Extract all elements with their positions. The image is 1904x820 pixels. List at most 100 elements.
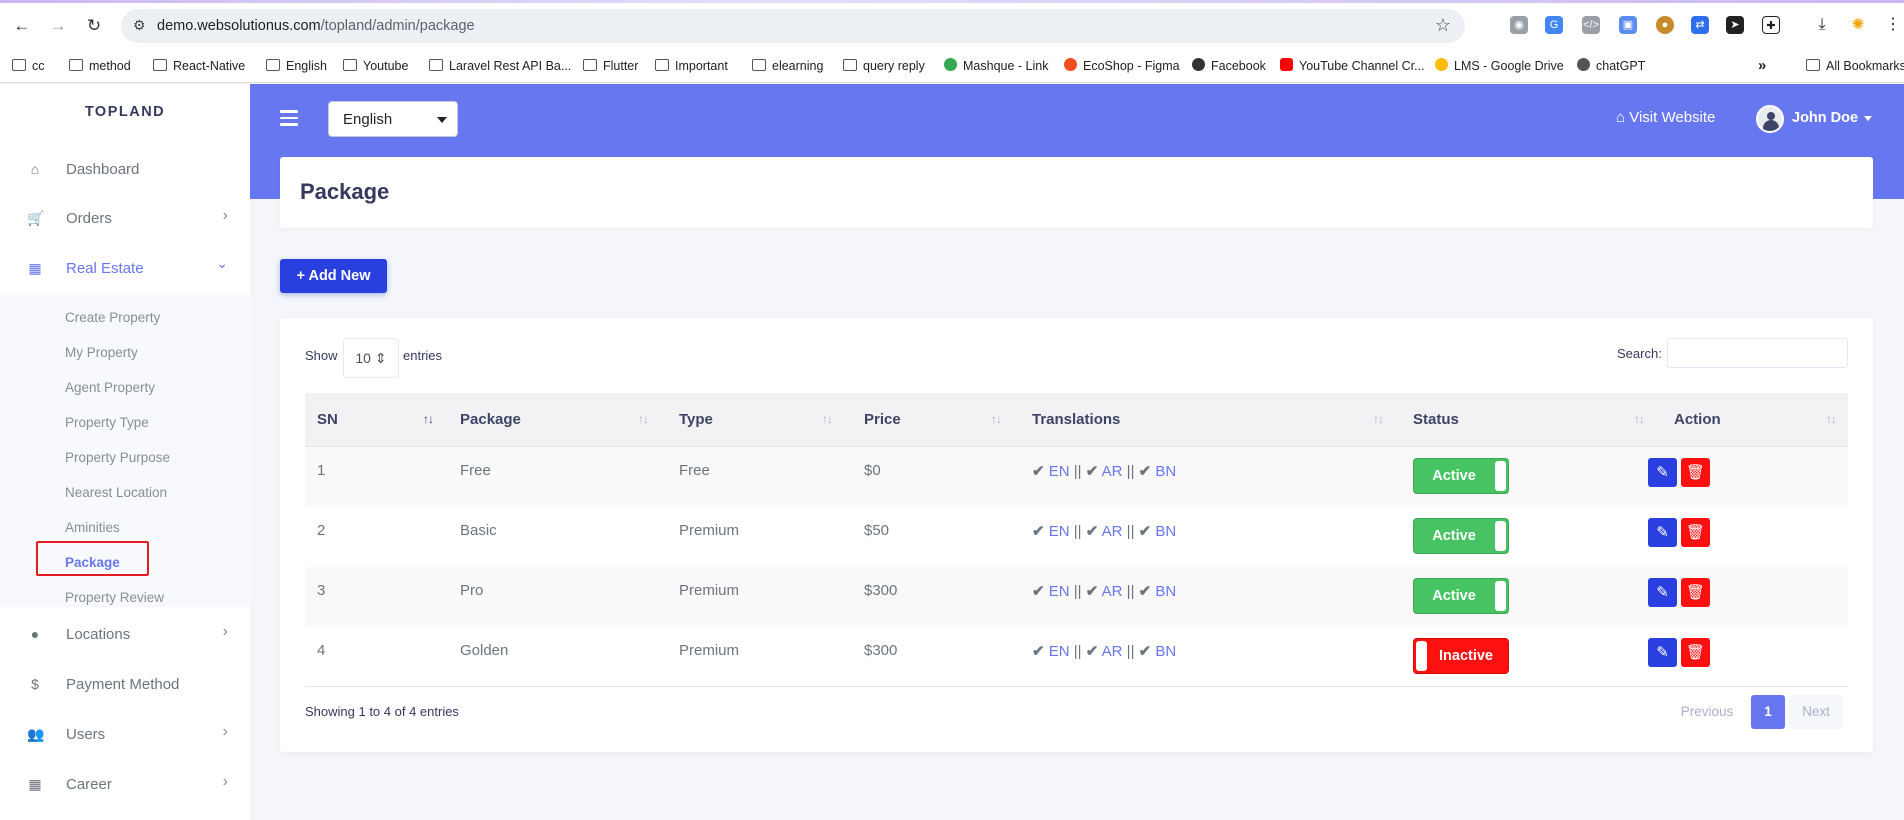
status-toggle[interactable]: Inactive [1413,638,1509,674]
sidebar-item-orders[interactable]: 🛒 Orders › [0,195,250,243]
pagination-next[interactable]: Next [1789,695,1843,729]
sidebar-item-locations[interactable]: ● Locations › [0,611,250,659]
download-icon[interactable]: ⤓ [1813,16,1831,34]
translation-link-en[interactable]: EN [1049,583,1070,600]
wappalyzer-extension-icon[interactable]: ▣ [1619,16,1637,34]
site-info-icon[interactable]: ⚙ [133,17,146,34]
menu-dots-icon[interactable]: ⋮ [1885,16,1901,34]
sort-asc-icon[interactable]: ↑↓ [423,412,434,426]
send-extension-icon[interactable]: ➤ [1726,16,1744,34]
translation-link-en[interactable]: EN [1049,643,1070,660]
bookmark-item[interactable]: Important [655,56,728,76]
add-new-button[interactable]: + Add New [280,259,387,293]
avatar[interactable] [1756,105,1784,133]
edit-button[interactable]: ✎ [1648,638,1677,667]
column-header-action[interactable]: Action [1674,411,1721,428]
bookmark-item[interactable]: Youtube [343,56,408,76]
submenu-nearest-location[interactable]: Nearest Location [65,485,167,500]
edit-button[interactable]: ✎ [1648,458,1677,487]
column-header-price[interactable]: Price [864,411,901,428]
submenu-aminities[interactable]: Aminities [65,520,120,535]
camera-extension-icon[interactable]: ◉ [1510,16,1528,34]
bookmark-item[interactable]: Laravel Rest API Ba... [429,56,571,76]
sort-icon[interactable]: ↑↓ [1373,412,1384,426]
submenu-agent-property[interactable]: Agent Property [65,380,155,395]
brand-logo[interactable]: TOPLAND [0,104,250,120]
sort-icon[interactable]: ↑↓ [1826,412,1837,426]
submenu-property-purpose[interactable]: Property Purpose [65,450,170,465]
more-bookmarks-button[interactable]: » [1758,56,1766,76]
forward-button[interactable]: → [46,14,70,38]
bookmark-item[interactable]: YouTube Channel Cr... [1280,56,1425,76]
submenu-create-property[interactable]: Create Property [65,310,160,325]
user-name[interactable]: John Doe [1792,110,1858,126]
delete-button[interactable]: 🗑 [1681,458,1710,487]
status-toggle[interactable]: Active [1413,458,1509,494]
status-toggle[interactable]: Active [1413,578,1509,614]
blue-extension-icon[interactable]: ⇄ [1691,16,1709,34]
delete-button[interactable]: 🗑 [1681,638,1710,667]
column-header-package[interactable]: Package [460,411,521,428]
cookie-extension-icon[interactable]: ● [1656,16,1674,34]
translation-link-bn[interactable]: BN [1155,463,1176,480]
code-extension-icon[interactable]: </> [1582,16,1600,34]
bookmark-item[interactable]: cc [12,56,45,76]
sidebar-item-real-estate[interactable]: ▦ Real Estate ⌄ [0,245,250,293]
bookmark-item[interactable]: chatGPT [1577,56,1645,76]
bookmark-item[interactable]: LMS - Google Drive [1435,56,1564,76]
column-header-status[interactable]: Status [1413,411,1459,428]
bookmark-item[interactable]: method [69,56,131,76]
translation-link-ar[interactable]: AR [1102,583,1123,600]
sidebar-item-career[interactable]: ▦ Career › [0,761,250,809]
translation-link-en[interactable]: EN [1049,463,1070,480]
extensions-puzzle-icon[interactable]: ✚ [1762,16,1780,34]
sort-icon[interactable]: ↑↓ [1634,412,1645,426]
submenu-my-property[interactable]: My Property [65,345,138,360]
sort-icon[interactable]: ↑↓ [638,412,649,426]
sidebar-item-users[interactable]: 👥 Users › [0,711,250,759]
translation-link-bn[interactable]: BN [1155,523,1176,540]
sidebar-item-payment-method[interactable]: $ Payment Method [0,661,250,709]
delete-button[interactable]: 🗑 [1681,518,1710,547]
pagination-page-1[interactable]: 1 [1751,695,1785,729]
status-toggle[interactable]: Active [1413,518,1509,554]
bookmark-item[interactable]: React-Native [153,56,245,76]
reload-button[interactable]: ↻ [82,14,106,38]
all-bookmarks[interactable]: All Bookmarks [1806,56,1904,76]
bookmark-item[interactable]: EcoShop - Figma [1064,56,1180,76]
visit-website-link[interactable]: ⌂ Visit Website [1616,109,1715,126]
address-bar[interactable]: ⚙ demo.websolutionus.com/topland/admin/p… [121,9,1465,43]
bookmark-item[interactable]: Flutter [583,56,638,76]
column-header-type[interactable]: Type [679,411,713,428]
pagination-previous[interactable]: Previous [1666,695,1748,729]
sort-icon[interactable]: ↑↓ [991,412,1002,426]
translation-link-en[interactable]: EN [1049,523,1070,540]
delete-button[interactable]: 🗑 [1681,578,1710,607]
bookmark-item[interactable]: Facebook [1192,56,1266,76]
bookmark-item[interactable]: query reply [843,56,925,76]
edit-button[interactable]: ✎ [1648,578,1677,607]
user-dropdown-caret-icon[interactable] [1864,116,1872,121]
translation-link-ar[interactable]: AR [1102,523,1123,540]
search-input[interactable] [1667,338,1848,368]
translation-link-ar[interactable]: AR [1102,643,1123,660]
bookmark-item[interactable]: English [266,56,327,76]
bookmark-star-icon[interactable]: ☆ [1435,15,1451,36]
hamburger-menu-icon[interactable] [280,110,298,130]
submenu-property-type[interactable]: Property Type [65,415,149,430]
translation-link-ar[interactable]: AR [1102,463,1123,480]
language-select[interactable]: English [328,101,458,137]
sort-icon[interactable]: ↑↓ [822,412,833,426]
translation-link-bn[interactable]: BN [1155,643,1176,660]
bulb-icon[interactable]: ✺ [1849,16,1867,34]
submenu-property-review[interactable]: Property Review [65,590,164,605]
translation-link-bn[interactable]: BN [1155,583,1176,600]
bookmark-item[interactable]: elearning [752,56,823,76]
back-button[interactable]: ← [10,14,34,38]
translate-extension-icon[interactable]: G [1545,16,1563,34]
column-header-translations[interactable]: Translations [1032,411,1120,428]
sidebar-item-dashboard[interactable]: ⌂ Dashboard [0,146,250,194]
page-length-select[interactable]: 10 ⇕ [343,338,399,378]
column-header-sn[interactable]: SN [317,411,338,428]
bookmark-item[interactable]: Mashque - Link [944,56,1048,76]
